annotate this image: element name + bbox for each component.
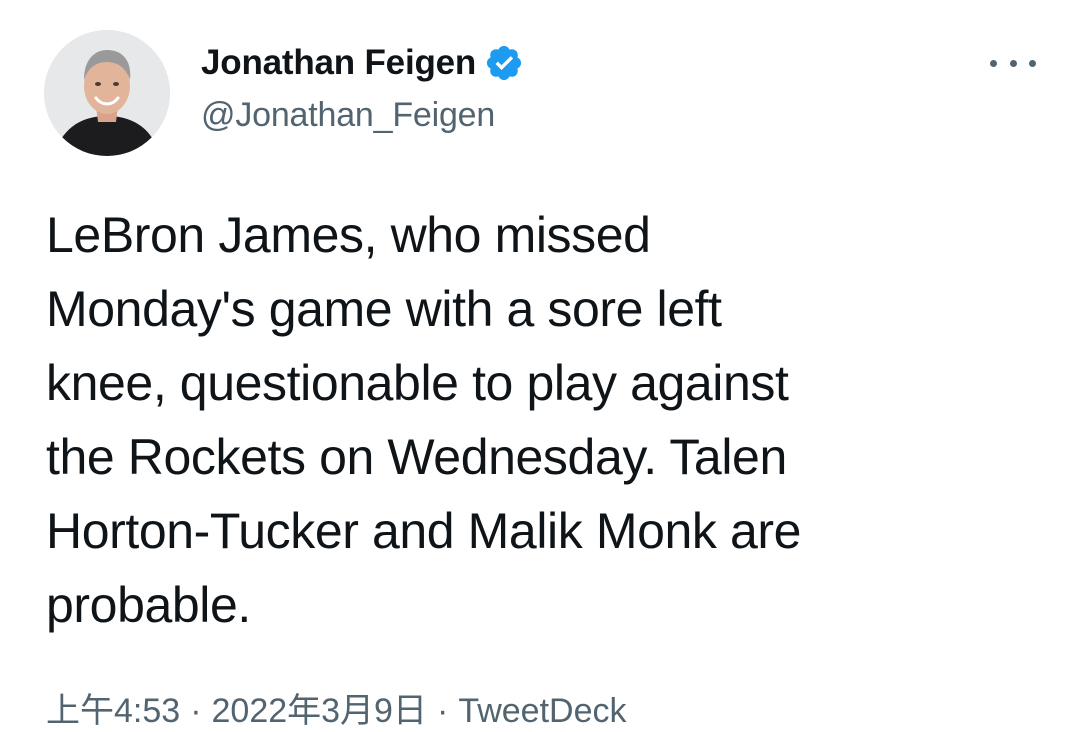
more-options-button[interactable]: [990, 50, 1036, 76]
avatar-photo-icon: [44, 30, 170, 156]
tweet-card: Jonathan Feigen @Jonathan_Feigen LeBron …: [0, 0, 1080, 730]
tweet-meta: 上午4:53 · 2022年3月9日 · TweetDeck: [46, 683, 627, 732]
author-name-row: Jonathan Feigen: [201, 40, 524, 86]
more-options-icon-dot: [1029, 59, 1036, 67]
meta-separator: ·: [436, 692, 449, 730]
tweet-time[interactable]: 上午4:53: [46, 683, 180, 732]
author-avatar[interactable]: [44, 30, 170, 156]
more-options-icon: [990, 59, 997, 67]
tweet-text: LeBron James, who missed Monday's game w…: [46, 207, 802, 633]
meta-separator: ·: [190, 692, 202, 730]
verified-badge-icon: [484, 43, 524, 83]
tweet-date[interactable]: 2022年3月9日: [212, 683, 427, 732]
author-display-name[interactable]: Jonathan Feigen: [201, 43, 476, 83]
author-handle[interactable]: @Jonathan_Feigen: [201, 96, 524, 135]
author-info: Jonathan Feigen @Jonathan_Feigen: [201, 40, 524, 135]
tweet-source-link[interactable]: TweetDeck: [458, 692, 626, 731]
more-options-icon-dot: [1009, 59, 1017, 67]
